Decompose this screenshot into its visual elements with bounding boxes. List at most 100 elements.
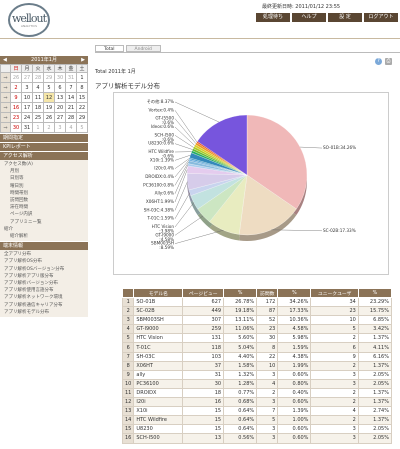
table-cell-model[interactable]: HTC Wildfire: [133, 415, 184, 426]
calendar-day[interactable]: 5: [43, 82, 55, 93]
sidebar-section-header[interactable]: 期間指定: [0, 134, 88, 142]
calendar-day[interactable]: 11: [32, 92, 44, 103]
calendar-day[interactable]: 24: [21, 112, 33, 123]
calendar-day[interactable]: 2: [43, 122, 55, 133]
help-button[interactable]: ヘルプ: [292, 13, 326, 22]
sidebar-section-header[interactable]: KPIレポート: [0, 143, 88, 151]
sidebar-item[interactable]: 全アプリ分布: [0, 251, 88, 258]
calendar-week-button[interactable]: ⇒: [0, 72, 11, 83]
sidebar-item[interactable]: 曜日別: [0, 183, 88, 190]
calendar-day[interactable]: 8: [76, 82, 88, 93]
sidebar-item[interactable]: アプリ解析ネットワーク環境: [0, 294, 88, 301]
calendar-day[interactable]: 28: [32, 72, 44, 83]
calendar-day[interactable]: 10: [21, 92, 33, 103]
sidebar-item[interactable]: 紹介: [0, 226, 88, 233]
table-cell-model[interactable]: SO-01B: [133, 296, 184, 308]
calendar-day[interactable]: 1: [32, 122, 44, 133]
sidebar-item[interactable]: アプリ解析アプリ版分布: [0, 273, 88, 280]
calendar-day[interactable]: 19: [43, 102, 55, 113]
calendar-day[interactable]: 12: [43, 92, 55, 103]
sidebar-item[interactable]: ページ内訳: [0, 211, 88, 218]
table-cell-model[interactable]: PC36100: [133, 378, 184, 389]
calendar-day[interactable]: 14: [65, 92, 77, 103]
table-cell-model[interactable]: U8230: [133, 424, 184, 435]
table-cell-model[interactable]: X06HT: [133, 360, 184, 371]
table-header[interactable]: ページビュー: [182, 288, 225, 298]
table-header[interactable]: 訪問数: [256, 288, 279, 298]
calendar-day[interactable]: 3: [54, 122, 66, 133]
calendar-day[interactable]: 27: [21, 72, 33, 83]
table-cell-model[interactable]: SCH-I500: [133, 433, 184, 444]
calendar-next-icon[interactable]: ▶: [81, 56, 85, 64]
sidebar-item[interactable]: 訪問回数: [0, 197, 88, 204]
sidebar-item[interactable]: 紹介解析: [0, 233, 88, 240]
tab-android[interactable]: Android: [125, 45, 161, 52]
pending-button[interactable]: 処理待ち: [256, 13, 290, 22]
calendar-day[interactable]: 30: [10, 122, 22, 133]
sidebar-item[interactable]: アプリ解析バージョン分布: [0, 280, 88, 287]
sidebar-item[interactable]: アクセス数(A): [0, 161, 88, 168]
help-icon[interactable]: ?: [375, 58, 382, 65]
table-cell-model[interactable]: X10i: [133, 406, 184, 417]
calendar-day[interactable]: 13: [54, 92, 66, 103]
table-cell-model[interactable]: T-01C: [133, 342, 184, 353]
sidebar-section-header[interactable]: アクセス解析: [0, 152, 88, 160]
calendar-day[interactable]: 9: [10, 92, 22, 103]
table-cell-model[interactable]: SH-03C: [133, 351, 184, 362]
table-cell-model[interactable]: SC-02B: [133, 306, 184, 317]
calendar-day[interactable]: 16: [10, 102, 22, 113]
calendar-week-button[interactable]: ⇒: [0, 92, 11, 103]
table-cell-model[interactable]: HTC Vision: [133, 333, 184, 344]
calendar-day[interactable]: 18: [32, 102, 44, 113]
table-header[interactable]: %: [277, 288, 312, 298]
table-cell-model[interactable]: ally: [133, 369, 184, 380]
calendar-day[interactable]: 21: [65, 102, 77, 113]
table-header[interactable]: ユニークユーザ: [310, 288, 359, 298]
calendar-week-button[interactable]: ⇒: [0, 82, 11, 93]
calendar-week-button[interactable]: ⇒: [0, 102, 11, 113]
calendar-day[interactable]: 28: [65, 112, 77, 123]
sidebar-item[interactable]: アプリ解析OSバージョン分布: [0, 266, 88, 273]
calendar-day[interactable]: 26: [10, 72, 22, 83]
calendar-day[interactable]: 27: [54, 112, 66, 123]
sidebar-item[interactable]: アプリ解析OS分布: [0, 258, 88, 265]
calendar-prev-icon[interactable]: ◀: [3, 56, 7, 64]
settings-button[interactable]: 設 定: [328, 13, 362, 22]
calendar-day[interactable]: 26: [43, 112, 55, 123]
calendar-day[interactable]: 4: [65, 122, 77, 133]
calendar-day[interactable]: 29: [76, 112, 88, 123]
table-header[interactable]: %: [223, 288, 258, 298]
sidebar-item[interactable]: 時間帯別: [0, 190, 88, 197]
sidebar-item[interactable]: アプリミニー覧: [0, 219, 88, 226]
calendar-day[interactable]: 15: [76, 92, 88, 103]
tab-total[interactable]: Total: [95, 45, 124, 52]
calendar-day[interactable]: 4: [32, 82, 44, 93]
sidebar-item[interactable]: アプリ解析モデル分布: [0, 309, 88, 316]
calendar-day[interactable]: 3: [21, 82, 33, 93]
calendar-day[interactable]: 2: [10, 82, 22, 93]
table-header[interactable]: %: [357, 288, 393, 298]
sidebar-section-header[interactable]: 端末情報: [0, 242, 88, 251]
sidebar-item[interactable]: アプリ解析使用言語分布: [0, 287, 88, 294]
calendar-day[interactable]: 31: [65, 72, 77, 83]
calendar-day[interactable]: 5: [76, 122, 88, 133]
sidebar-item[interactable]: 日別等: [0, 175, 88, 182]
table-cell-model[interactable]: DROIDX: [133, 387, 184, 399]
sidebar-item[interactable]: 滞在時間: [0, 204, 88, 211]
calendar-day[interactable]: 30: [54, 72, 66, 83]
table-cell-model[interactable]: SBM003SH: [133, 315, 184, 326]
calendar-day[interactable]: 25: [32, 112, 44, 123]
calendar-day[interactable]: 7: [65, 82, 77, 93]
logo[interactable]: wellout ANALYTICS: [8, 3, 50, 37]
print-icon[interactable]: ⎙: [385, 58, 392, 65]
calendar-day[interactable]: 1: [76, 72, 88, 83]
calendar-day[interactable]: 31: [21, 122, 33, 133]
calendar-day[interactable]: 20: [54, 102, 66, 113]
calendar-day[interactable]: 17: [21, 102, 33, 113]
sidebar-item[interactable]: アプリ解析通信キャリア分布: [0, 302, 88, 309]
calendar-day[interactable]: 6: [54, 82, 66, 93]
sidebar-item[interactable]: 月別: [0, 168, 88, 175]
logout-button[interactable]: ログアウト: [364, 13, 398, 22]
calendar-day[interactable]: 22: [76, 102, 88, 113]
table-cell-model[interactable]: I20i: [133, 397, 184, 408]
